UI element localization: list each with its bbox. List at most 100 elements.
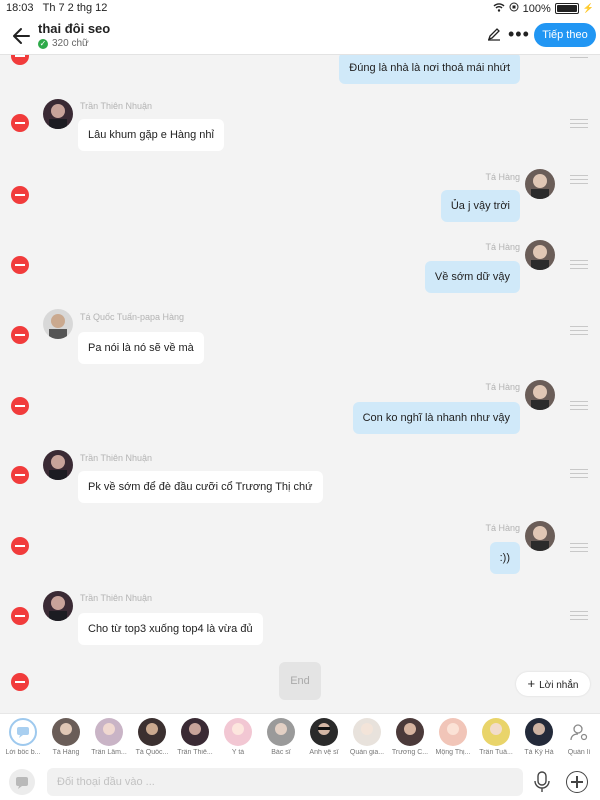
edit-pencil-icon[interactable] <box>486 26 502 42</box>
drag-handle[interactable] <box>570 55 588 58</box>
message-bubble[interactable]: Con ko nghĩ là nhanh như vậy <box>352 402 520 434</box>
chat-bubble-icon[interactable] <box>9 769 35 795</box>
message-bubble[interactable]: Cho từ top3 xuống top4 là vừa đủ <box>78 613 263 645</box>
back-arrow-icon[interactable] <box>10 25 32 47</box>
character-item[interactable]: Trần Tuấ... <box>475 718 517 756</box>
plus-icon: + <box>527 676 536 691</box>
delete-message-button[interactable] <box>11 256 29 274</box>
character-label: Trần Thiê... <box>177 749 213 756</box>
charging-icon: ⚡ <box>582 3 594 13</box>
sender-name: Tá Hàng <box>485 172 520 182</box>
avatar <box>482 718 510 746</box>
drag-handle[interactable] <box>570 543 588 552</box>
drag-handle[interactable] <box>570 326 588 335</box>
sender-name: Trần Thiên Nhuận <box>80 101 153 111</box>
avatar <box>267 718 295 746</box>
avatar[interactable] <box>525 380 555 410</box>
avatar[interactable] <box>525 240 555 270</box>
manage-characters-button[interactable]: Quản lí <box>558 718 600 756</box>
delete-message-button[interactable] <box>11 186 29 204</box>
status-right: 100% ⚡ <box>493 2 594 15</box>
avatar[interactable] <box>525 521 555 551</box>
avatar <box>310 718 338 746</box>
avatar[interactable] <box>43 450 73 480</box>
drag-handle[interactable] <box>570 469 588 478</box>
chat-area[interactable]: Đúng là nhà là nơi thoả mái nhứt Trần Th… <box>0 55 600 713</box>
avatar <box>396 718 424 746</box>
drag-handle[interactable] <box>570 611 588 620</box>
sender-name: Trần Thiên Nhuận <box>80 453 153 463</box>
character-label: Tá Hàng <box>52 749 80 756</box>
add-icon[interactable] <box>566 771 588 793</box>
character-item[interactable]: Trần Thiê... <box>174 718 216 756</box>
orientation-lock-icon <box>509 2 519 15</box>
battery-percent: 100% <box>522 2 551 15</box>
chat-title: thai đôi seo <box>38 21 111 36</box>
drag-handle[interactable] <box>570 119 588 128</box>
check-icon: ✓ <box>38 38 48 49</box>
chat-header: thai đôi seo ✓ 320 chữ ••• Tiếp theo <box>0 16 600 55</box>
drag-handle[interactable] <box>570 401 588 410</box>
character-item[interactable]: Tá Quốc... <box>131 718 173 756</box>
character-label: Lời bốc b... <box>5 749 41 756</box>
character-item[interactable]: Y tá <box>217 718 259 756</box>
word-count: 320 chữ <box>52 38 89 49</box>
chat-subtitle: ✓ 320 chữ <box>38 38 89 49</box>
delete-message-button[interactable] <box>11 55 29 65</box>
message-bubble[interactable]: :)) <box>489 542 520 574</box>
delete-message-button[interactable] <box>11 673 29 691</box>
character-label: Y tá <box>231 749 245 756</box>
avatar <box>138 718 166 746</box>
message-bubble[interactable]: Về sớm dữ vậy <box>424 261 520 293</box>
drag-handle[interactable] <box>570 175 588 184</box>
message-bubble[interactable]: Lâu khum gặp e Hàng nhỉ <box>78 119 224 151</box>
avatar <box>353 718 381 746</box>
delete-message-button[interactable] <box>11 607 29 625</box>
delete-message-button[interactable] <box>11 326 29 344</box>
reply-note-label: Lời nhắn <box>539 680 579 691</box>
delete-message-button[interactable] <box>11 466 29 484</box>
character-item[interactable]: Anh vệ sĩ <box>303 718 345 756</box>
character-bar: Lời bốc b... Tá Hàng Trần Lâm... Tá Quốc… <box>0 713 600 764</box>
sender-name: Tá Hàng <box>485 382 520 392</box>
reply-note-button[interactable]: + Lời nhắn <box>516 672 590 696</box>
character-item[interactable]: Tá Kỳ Hà <box>518 718 560 756</box>
character-item[interactable]: Trương C... <box>389 718 431 756</box>
chat-bubble-icon <box>9 718 37 746</box>
end-button[interactable]: End <box>279 662 321 700</box>
character-narrator[interactable]: Lời bốc b... <box>2 718 44 756</box>
avatar[interactable] <box>43 99 73 129</box>
avatar <box>525 718 553 746</box>
character-item[interactable]: Quản gia... <box>346 718 388 756</box>
status-time-date: 18:03 Th 7 2 thg 12 <box>6 2 107 14</box>
avatar <box>224 718 252 746</box>
wifi-icon <box>493 2 505 15</box>
avatar[interactable] <box>43 591 73 621</box>
character-label: Anh vệ sĩ <box>309 749 339 756</box>
microphone-icon[interactable] <box>533 771 551 793</box>
character-item[interactable]: Mộng Thị... <box>432 718 474 756</box>
status-date: Th 7 2 thg 12 <box>42 2 108 14</box>
more-options-icon[interactable]: ••• <box>508 24 530 45</box>
delete-message-button[interactable] <box>11 114 29 132</box>
sender-name: Tá Quốc Tuấn-papa Hàng <box>80 312 185 322</box>
next-button[interactable]: Tiếp theo <box>534 23 596 47</box>
input-bar <box>0 764 600 800</box>
avatar[interactable] <box>525 169 555 199</box>
character-item[interactable]: Bác sĩ <box>260 718 302 756</box>
delete-message-button[interactable] <box>11 397 29 415</box>
message-bubble[interactable]: Ủa j vậy trời <box>440 190 520 222</box>
character-item[interactable]: Tá Hàng <box>45 718 87 756</box>
delete-message-button[interactable] <box>11 537 29 555</box>
avatar <box>181 718 209 746</box>
message-bubble[interactable]: Pa nói là nó sẽ về mà <box>78 332 204 364</box>
avatar <box>95 718 123 746</box>
message-input[interactable] <box>47 768 523 796</box>
message-bubble[interactable]: Đúng là nhà là nơi thoả mái nhứt <box>339 55 520 84</box>
character-label: Trần Lâm... <box>91 749 127 756</box>
character-item[interactable]: Trần Lâm... <box>88 718 130 756</box>
drag-handle[interactable] <box>570 260 588 269</box>
avatar[interactable] <box>43 309 73 339</box>
character-label: Quản gia... <box>349 749 385 756</box>
message-bubble[interactable]: Pk về sớm để đè đầu cưỡi cổ Trương Thị c… <box>78 471 323 503</box>
